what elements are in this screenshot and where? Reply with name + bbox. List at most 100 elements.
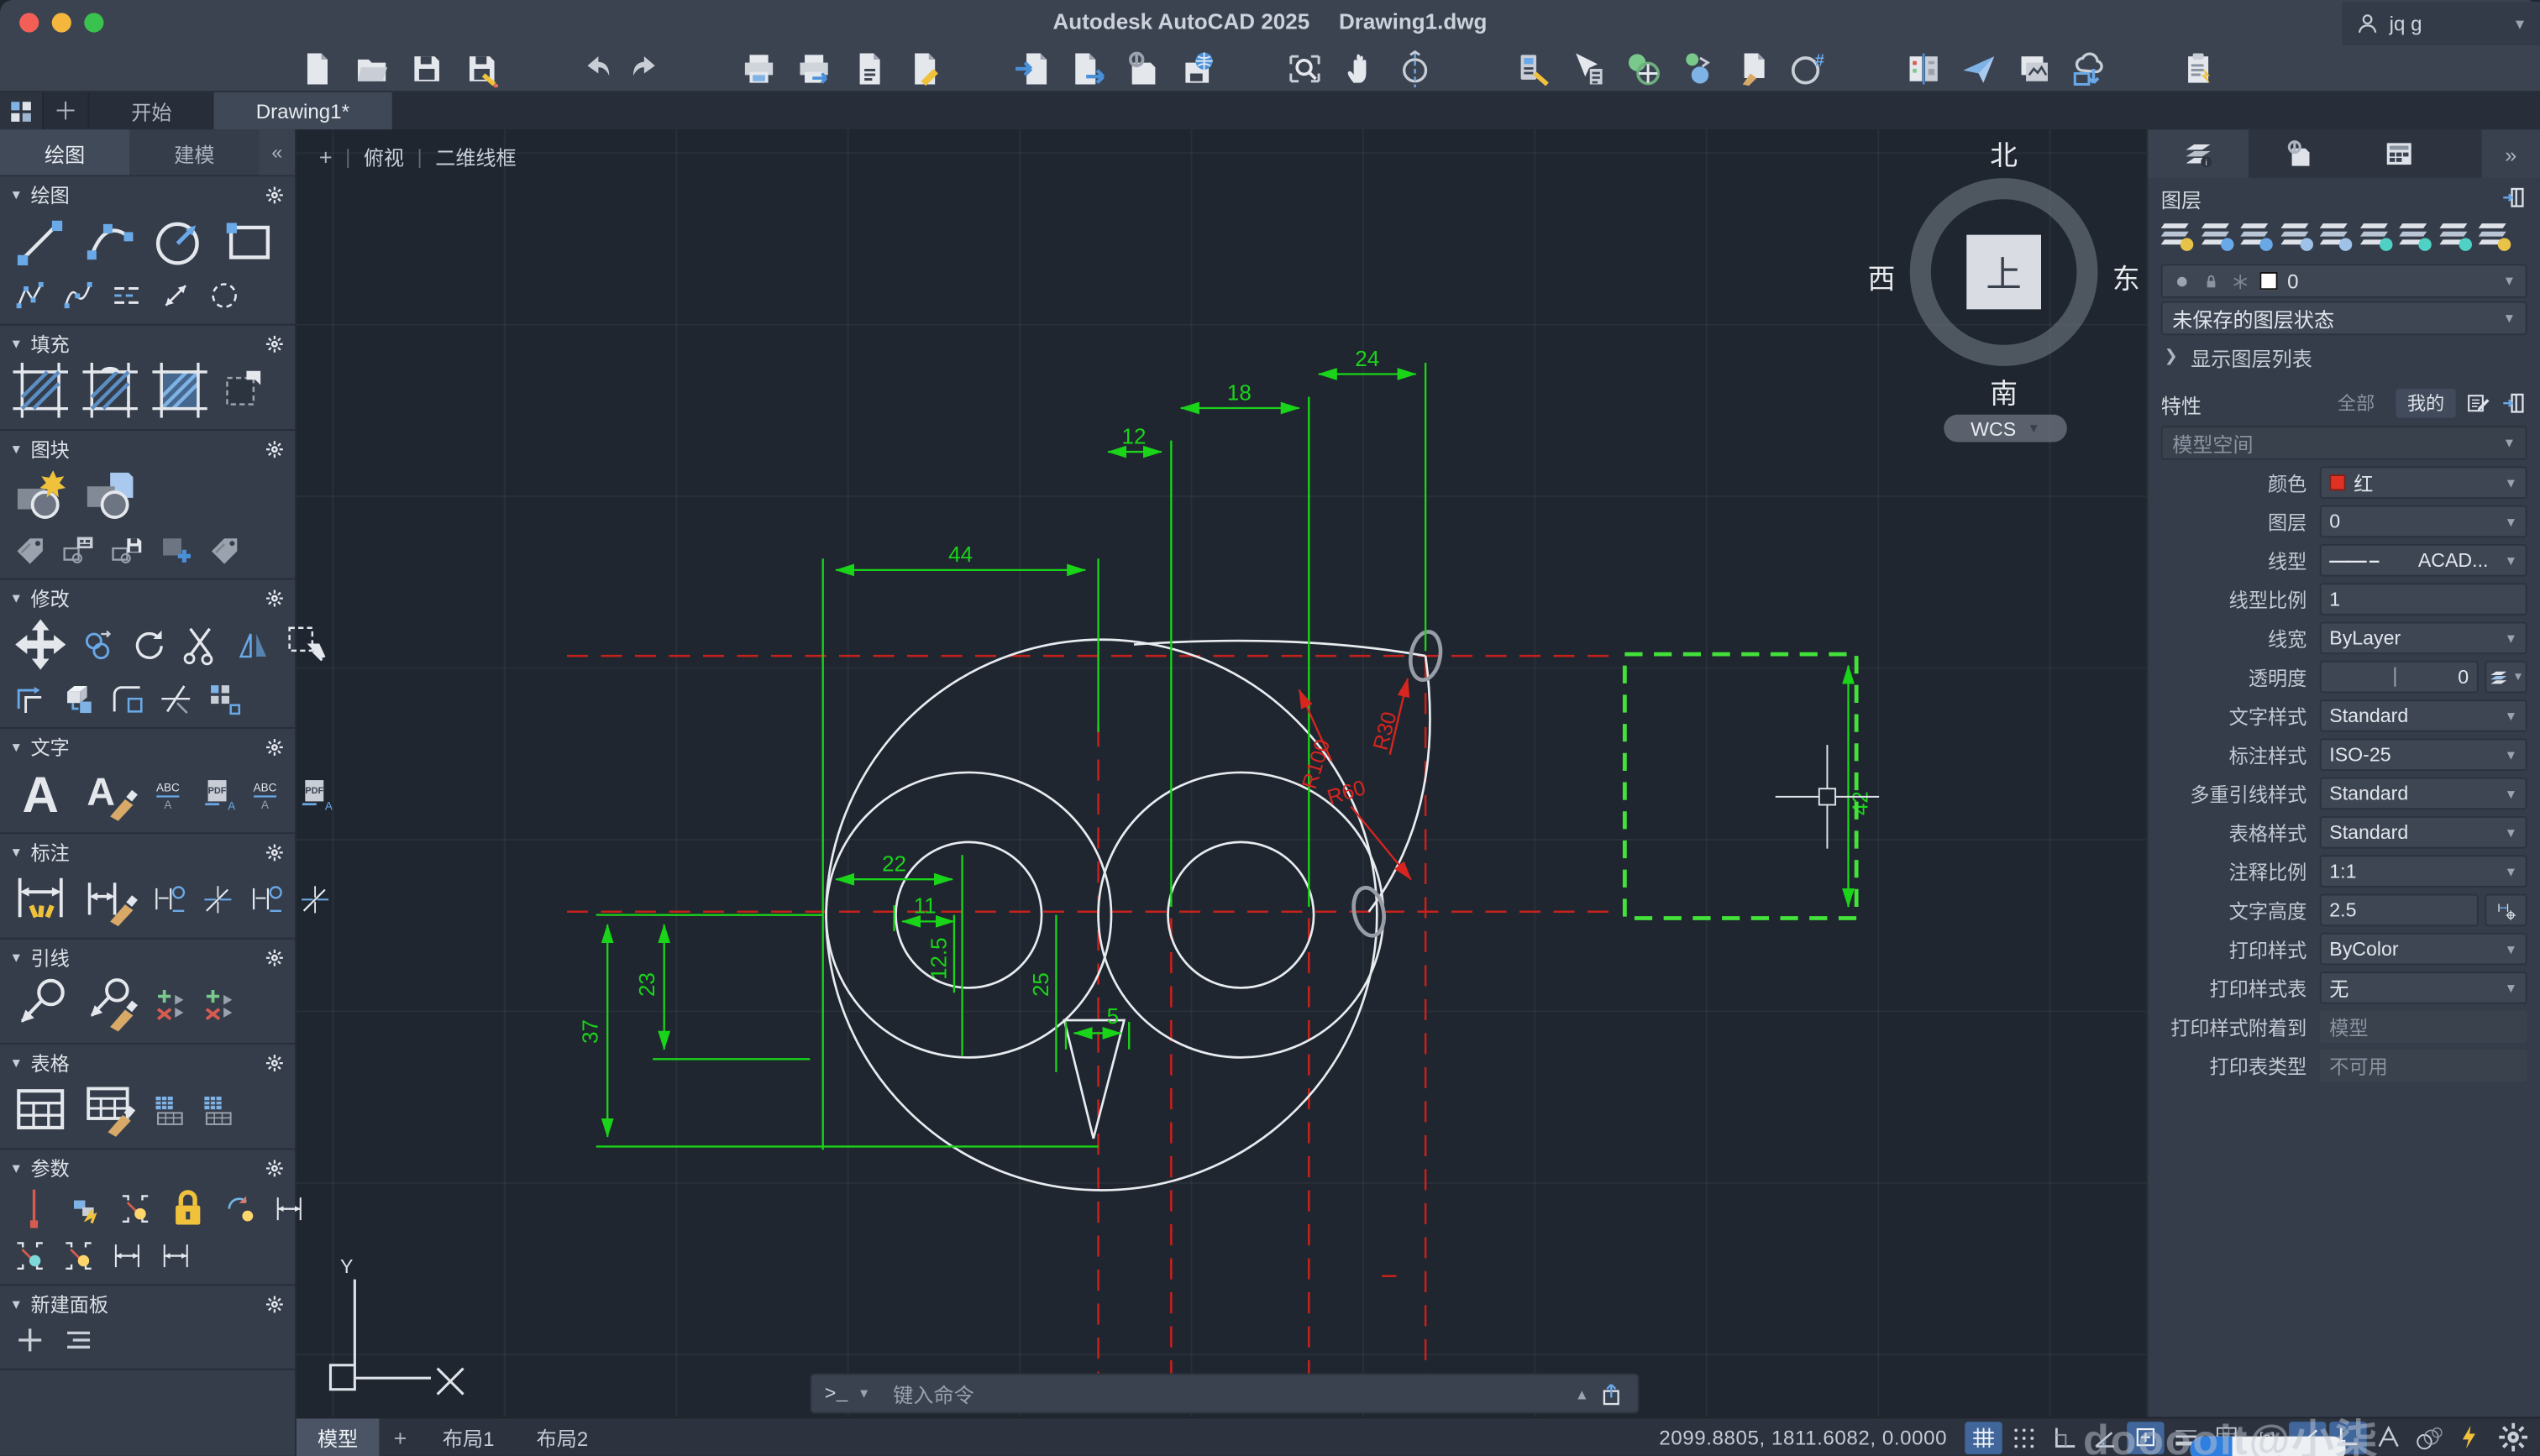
property-dropdown[interactable]: ByLayer ▼ — [2319, 621, 2527, 655]
tool-insert-block[interactable] — [13, 468, 68, 523]
tool-add-leader[interactable] — [152, 987, 186, 1021]
compass-east-label[interactable]: 东 — [2112, 256, 2140, 296]
tool-distance-parameter[interactable] — [159, 1239, 192, 1273]
section-settings-icon[interactable] — [264, 1294, 285, 1315]
user-account-menu[interactable]: jq g ▼ — [2342, 1, 2540, 45]
palette-tab-modeling[interactable]: 建模 — [129, 129, 259, 175]
match-properties-button[interactable] — [1624, 50, 1661, 87]
property-dropdown[interactable]: 0 ▼ — [2319, 505, 2527, 538]
property-dropdown[interactable]: ISO-25 ▼ — [2319, 738, 2527, 771]
section-settings-icon[interactable] — [264, 333, 285, 354]
tool-stretch[interactable] — [285, 623, 327, 665]
tool-line[interactable] — [13, 214, 68, 270]
annotation-scale-toggle[interactable] — [2411, 1421, 2448, 1453]
new-file-button[interactable] — [298, 50, 335, 87]
tool-tool-list[interactable] — [61, 1323, 95, 1358]
tab-overview-button[interactable] — [0, 92, 45, 130]
section-settings-icon[interactable] — [264, 588, 285, 609]
status-settings-button[interactable] — [2496, 1420, 2533, 1453]
tool-lock-parameter[interactable] — [167, 1187, 209, 1229]
tool-rotation-parameter[interactable] — [223, 1191, 257, 1225]
save-as-button[interactable] — [464, 50, 501, 89]
tool-multileader[interactable] — [13, 977, 68, 1032]
tool-mirror[interactable] — [237, 627, 270, 662]
new-drawing-tab-button[interactable]: ＋ — [44, 92, 90, 130]
drawing-area[interactable]: + | 俯视 | 二维线框 北 南 西 东 上 WCS ▼ 44 12 18 2… — [296, 129, 2147, 1456]
tool-lookup-parameter[interactable] — [110, 1239, 144, 1273]
annotation-visibility-toggle[interactable] — [2369, 1421, 2406, 1453]
orbit-button[interactable] — [1396, 50, 1433, 88]
tool-linear-dimension[interactable] — [152, 882, 186, 916]
section-caret-icon[interactable]: ▼ — [10, 951, 23, 965]
command-input[interactable]: 键入命令 — [893, 1378, 973, 1409]
freeze-layer-button[interactable] — [2358, 220, 2392, 251]
tool-polyline[interactable] — [13, 279, 46, 312]
property-dropdown[interactable]: ByColor ▼ — [2319, 932, 2527, 966]
tab-layers-palette[interactable]: i — [2148, 129, 2249, 179]
compass-west-label[interactable]: 西 — [1868, 256, 1896, 296]
tab-layout1[interactable]: 布局1 — [422, 1417, 516, 1456]
transparency-input[interactable]: 0 — [2319, 660, 2479, 694]
expand-panels-button[interactable]: » — [2481, 129, 2540, 179]
palette-collapse-button[interactable]: « — [259, 129, 295, 175]
purge-button[interactable] — [1734, 50, 1771, 87]
tool-check-spelling[interactable]: ABC A — [152, 777, 186, 811]
tool-spline[interactable] — [61, 279, 95, 312]
section-settings-icon[interactable] — [264, 842, 285, 863]
quick-select-button[interactable] — [1680, 50, 1717, 87]
drawing-canvas[interactable]: 44 12 18 24 22 11 12.5 25 23 37 5 42 R10… — [297, 129, 2146, 1455]
property-dropdown[interactable]: Standard ▼ — [2319, 815, 2527, 849]
tool-extend[interactable] — [159, 682, 192, 716]
batch-print-button[interactable] — [850, 50, 887, 87]
section-caret-icon[interactable]: ▼ — [10, 442, 23, 456]
tool-edit-text[interactable]: A — [82, 766, 138, 821]
tool-multiline-text[interactable]: A — [13, 766, 68, 823]
selected-rectangle[interactable] — [1622, 652, 1859, 920]
tab-drawing1[interactable]: Drawing1* — [213, 92, 392, 130]
text-height-input[interactable]: 2.5 — [2319, 893, 2479, 927]
grid-display-toggle[interactable] — [1965, 1421, 2002, 1453]
property-input[interactable]: 1 — [2319, 583, 2527, 615]
import-button[interactable] — [1014, 50, 1051, 87]
open-file-button[interactable] — [353, 50, 390, 87]
tool-annotative-hatch[interactable] — [82, 362, 138, 418]
section-caret-icon[interactable]: ▼ — [10, 1161, 23, 1176]
lock-layer-button[interactable] — [2438, 220, 2472, 251]
tool-region[interactable] — [207, 279, 241, 312]
ucs-icon[interactable]: Y — [328, 1255, 464, 1396]
tool-aligned-dimension[interactable] — [201, 882, 234, 916]
section-caret-icon[interactable]: ▼ — [10, 591, 23, 605]
linetype-dropdown[interactable]: —— – ACAD... ▼ — [2319, 543, 2527, 577]
tool-define-attribute[interactable] — [13, 532, 46, 567]
tool-gradient[interactable] — [152, 362, 207, 418]
section-settings-icon[interactable] — [264, 1158, 285, 1179]
tool-offset[interactable] — [13, 682, 46, 716]
section-caret-icon[interactable]: ▼ — [10, 846, 23, 860]
property-dropdown[interactable]: Standard ▼ — [2319, 699, 2527, 732]
tool-edit-table[interactable] — [82, 1082, 138, 1137]
undo-button[interactable] — [575, 50, 612, 87]
print-button[interactable] — [740, 50, 777, 87]
compass-south-label[interactable]: 南 — [1910, 371, 2098, 411]
radius-annotations[interactable]: R100 R30 R60 — [1298, 677, 1412, 881]
layer-walk-button[interactable] — [2279, 220, 2313, 251]
tool-explode[interactable] — [61, 682, 95, 716]
ortho-mode-toggle[interactable] — [2046, 1421, 2083, 1453]
color-dropdown[interactable]: 红 ▼ — [2319, 466, 2527, 499]
pick-text-height-button[interactable] — [2485, 893, 2527, 927]
section-caret-icon[interactable]: ▼ — [10, 337, 23, 351]
tool-extract-data[interactable] — [152, 1092, 186, 1127]
tool-export-text[interactable]: PDF A — [298, 777, 333, 812]
pan-button[interactable] — [1341, 50, 1378, 87]
section-caret-icon[interactable]: ▼ — [10, 740, 23, 754]
tab-layout2[interactable]: 布局2 — [516, 1417, 610, 1456]
section-caret-icon[interactable]: ▼ — [10, 188, 23, 202]
tool-rotate[interactable] — [131, 627, 165, 662]
expand-command-history[interactable]: ▲ — [1575, 1385, 1589, 1401]
section-settings-icon[interactable] — [264, 736, 285, 757]
property-dropdown[interactable]: 无 ▼ — [2319, 972, 2527, 1004]
tool-angular-dimension[interactable] — [298, 882, 332, 916]
polar-tracking-toggle[interactable] — [2086, 1421, 2123, 1453]
tool-block-action[interactable] — [70, 1191, 103, 1225]
tool-trim[interactable] — [180, 623, 222, 666]
